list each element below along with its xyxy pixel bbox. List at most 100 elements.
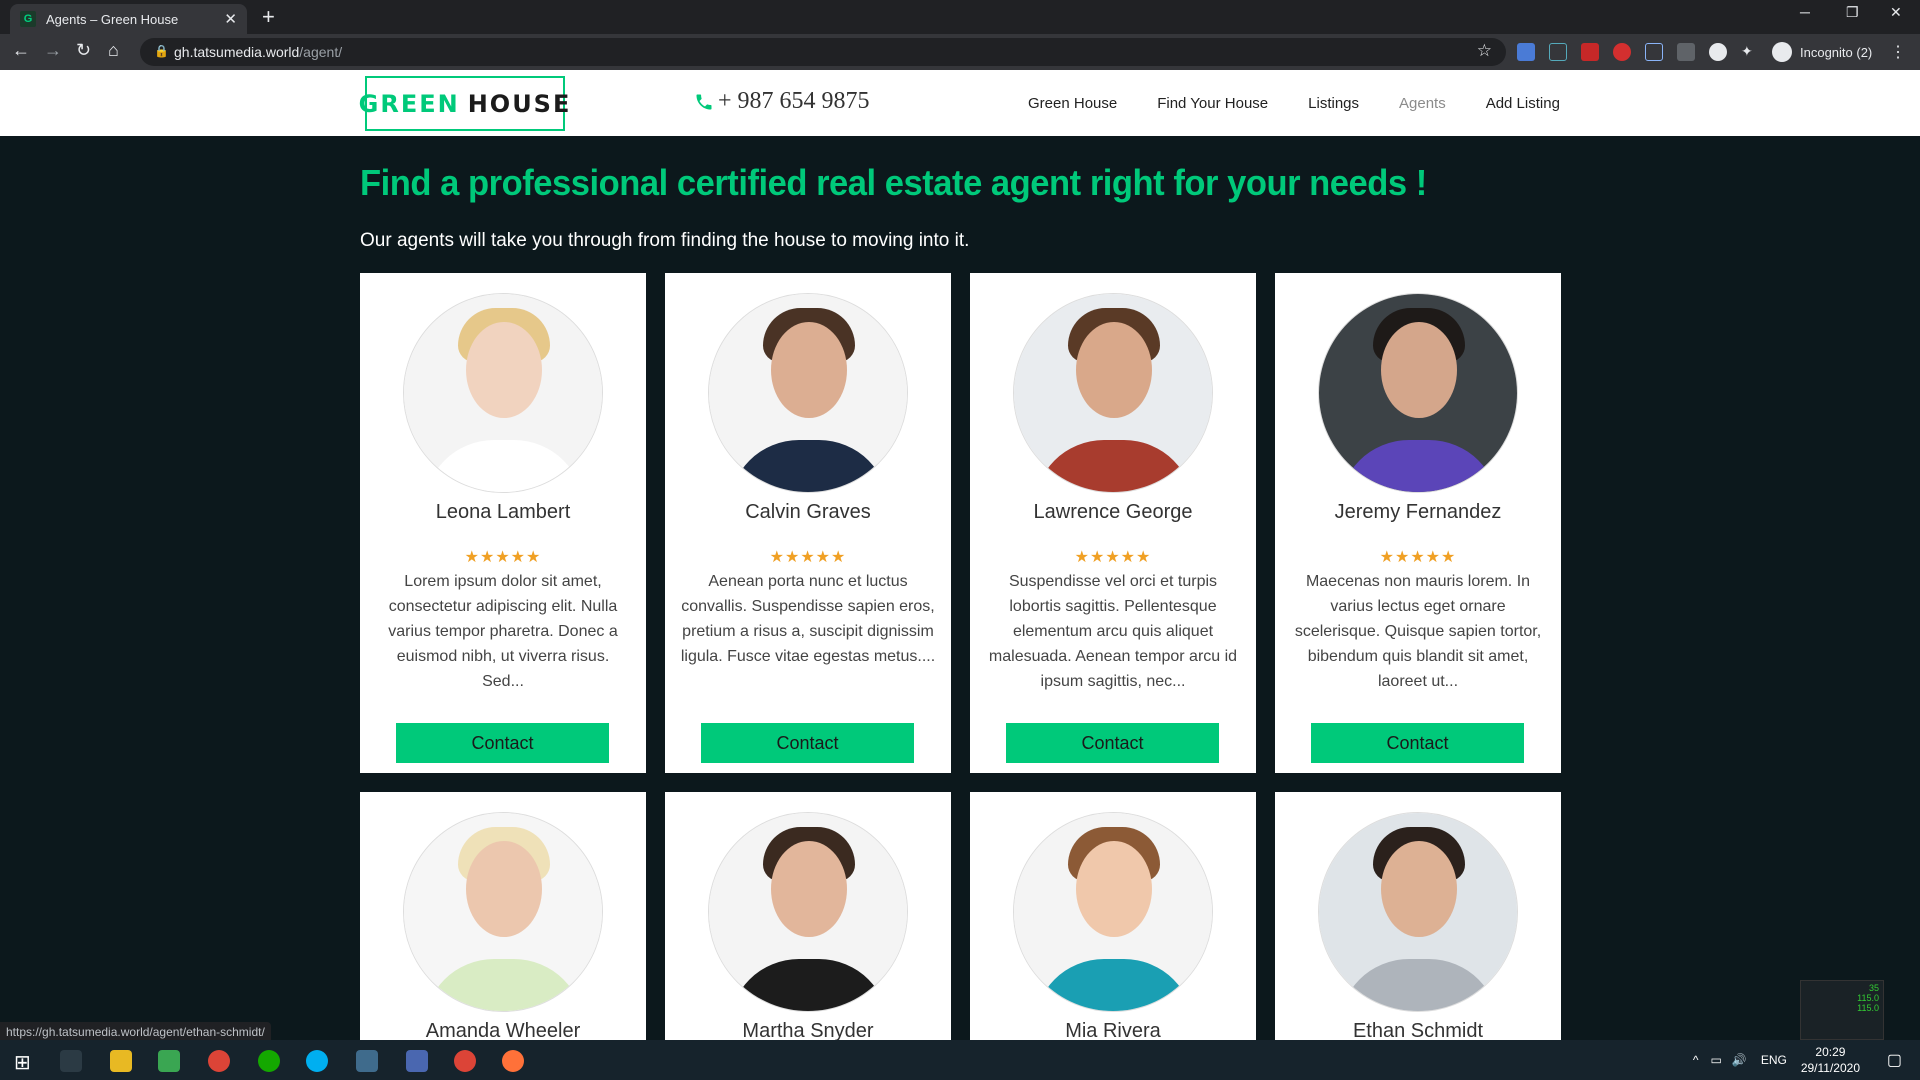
firefox-icon[interactable] [502, 1050, 524, 1072]
agent-card: Lawrence George ★★★★★ Suspendisse vel or… [970, 273, 1256, 773]
taskbar: ⊞ ^ ▭ 🔊 ENG 20:29 29/11/2020 ▢ [0, 1040, 1920, 1080]
rating-stars-icon: ★★★★★ [769, 549, 847, 566]
chrome-icon[interactable] [208, 1050, 230, 1072]
extension-icon[interactable] [1677, 43, 1695, 61]
url-path: /agent/ [299, 44, 343, 60]
agent-card: Calvin Graves ★★★★★ Aenean porta nunc et… [665, 273, 951, 773]
browser-menu-icon[interactable]: ⋮ [1890, 42, 1906, 62]
network-tool-icon[interactable] [406, 1050, 428, 1072]
status-url: https://gh.tatsumedia.world/agent/ethan-… [0, 1022, 271, 1042]
profile-extension-icon[interactable] [1709, 43, 1727, 61]
agent-photo[interactable] [1318, 812, 1518, 1012]
contact-button[interactable]: Contact [396, 723, 609, 763]
agent-card: Leona Lambert ★★★★★ Lorem ipsum dolor si… [360, 273, 646, 773]
rating-stars-icon: ★★★★★ [1074, 549, 1152, 566]
agent-bio: Lorem ipsum dolor sit amet, consectetur … [388, 573, 618, 690]
adblock-icon[interactable] [1613, 43, 1631, 61]
link-extension-icon[interactable] [1645, 43, 1663, 61]
remote-desktop-icon[interactable] [356, 1050, 378, 1072]
nav-agents[interactable]: Agents [1399, 95, 1446, 112]
nav-add-listing[interactable]: Add Listing [1486, 95, 1560, 112]
agent-card: Amanda Wheeler [360, 792, 646, 1042]
agent-name[interactable]: Leona Lambert [360, 501, 646, 524]
page-subtitle: Our agents will take you through from fi… [360, 230, 970, 251]
clock-date: 29/11/2020 [1800, 1061, 1860, 1075]
main-nav: Green House Find Your House Listings Age… [1028, 70, 1600, 136]
nav-find-your-house[interactable]: Find Your House [1157, 95, 1268, 112]
phone-icon [696, 94, 712, 109]
close-tab-icon[interactable]: ✕ [224, 10, 237, 28]
agent-name[interactable]: Calvin Graves [665, 501, 951, 524]
nav-listings[interactable]: Listings [1308, 95, 1359, 112]
new-tab-icon[interactable]: + [262, 4, 275, 30]
rating-stars-icon: ★★★★★ [1379, 549, 1457, 566]
task-view-icon[interactable] [60, 1050, 82, 1072]
agent-bio: Aenean porta nunc et luctus convallis. S… [680, 573, 936, 665]
profile-label: Incognito (2) [1800, 44, 1873, 60]
contact-button[interactable]: Contact [1006, 723, 1219, 763]
lock-icon: 🔒 [154, 44, 169, 58]
contact-button[interactable]: Contact [701, 723, 914, 763]
agent-card: Mia Rivera [970, 792, 1256, 1042]
phone-contact[interactable]: + 987 654 9875 [694, 88, 870, 115]
page-title: Find a professional certified real estat… [360, 162, 1427, 203]
forward-icon[interactable]: → [44, 40, 62, 61]
file-explorer-icon[interactable] [110, 1050, 132, 1072]
home-icon[interactable]: ⌂ [108, 40, 119, 61]
logo-text-dark: HOUSE [467, 89, 572, 118]
agent-bio: Suspendisse vel orci et turpis lobortis … [988, 573, 1238, 690]
translate-extension-icon[interactable] [1517, 43, 1535, 61]
agent-name[interactable]: Lawrence George [970, 501, 1256, 524]
agent-bio: Maecenas non mauris lorem. In varius lec… [1294, 573, 1542, 690]
windows-start-icon[interactable]: ⊞ [14, 1050, 31, 1075]
bookmark-star-icon[interactable]: ☆ [1477, 41, 1492, 61]
site-header: GREEN HOUSE + 987 654 9875 Green House F… [0, 70, 1920, 136]
volume-icon[interactable]: 🔊 [1732, 1053, 1747, 1067]
system-monitor-widget: 35 115.0 115.0 [1800, 980, 1884, 1040]
address-bar[interactable]: 🔒 gh.tatsumedia.world/agent/ ☆ [140, 38, 1506, 66]
system-tray: ^ ▭ 🔊 ENG 20:29 29/11/2020 [1693, 1040, 1860, 1080]
contact-button[interactable]: Contact [1311, 723, 1524, 763]
agent-card: Martha Snyder [665, 792, 951, 1042]
agent-photo[interactable] [1013, 293, 1213, 493]
skype-icon[interactable] [306, 1050, 328, 1072]
agent-name[interactable]: Jeremy Fernandez [1275, 501, 1561, 524]
chrome-icon[interactable] [454, 1050, 476, 1072]
reload-icon[interactable]: ↻ [76, 40, 91, 61]
agent-photo[interactable] [1013, 812, 1213, 1012]
minimize-icon[interactable]: ─ [1800, 4, 1810, 20]
chart-extension-icon[interactable] [1549, 43, 1567, 61]
site-logo[interactable]: GREEN HOUSE [359, 76, 569, 131]
agent-photo[interactable] [1318, 293, 1518, 493]
logo-text-green: GREEN [358, 89, 460, 118]
language-indicator[interactable]: ENG [1761, 1053, 1787, 1067]
restore-icon[interactable]: ❐ [1846, 4, 1859, 21]
incognito-profile[interactable]: Incognito (2) [1772, 40, 1872, 64]
tab-title: Agents – Green House [46, 11, 179, 27]
clock[interactable]: 20:29 29/11/2020 [1801, 1044, 1860, 1076]
network-icon[interactable]: ▭ [1711, 1053, 1722, 1067]
agent-card: Jeremy Fernandez ★★★★★ Maecenas non maur… [1275, 273, 1561, 773]
clock-time: 20:29 [1815, 1045, 1846, 1059]
agent-photo[interactable] [403, 812, 603, 1012]
agent-card: Ethan Schmidt [1275, 792, 1561, 1042]
incognito-icon [1772, 42, 1792, 62]
browser-tab[interactable]: G Agents – Green House ✕ [10, 4, 247, 34]
puzzle-extensions-icon[interactable]: ✦ [1741, 43, 1759, 61]
agent-photo[interactable] [708, 293, 908, 493]
phone-number: + 987 654 9875 [718, 88, 870, 114]
url-host: gh.tatsumedia.world [174, 44, 300, 60]
agent-photo[interactable] [708, 812, 908, 1012]
close-window-icon[interactable]: ✕ [1890, 4, 1902, 21]
notepad-icon[interactable] [158, 1050, 180, 1072]
extension-icon[interactable] [1581, 43, 1599, 61]
notifications-icon[interactable]: ▢ [1887, 1050, 1902, 1070]
agent-photo[interactable] [403, 293, 603, 493]
upwork-icon[interactable] [258, 1050, 280, 1072]
tray-chevron-icon[interactable]: ^ [1693, 1053, 1699, 1067]
nav-green-house[interactable]: Green House [1028, 95, 1117, 112]
browser-tab-strip: G Agents – Green House ✕ + ─ ❐ ✕ [0, 0, 1920, 34]
rating-stars-icon: ★★★★★ [464, 549, 542, 566]
site-favicon-icon: G [20, 11, 36, 27]
back-icon[interactable]: ← [12, 40, 30, 61]
